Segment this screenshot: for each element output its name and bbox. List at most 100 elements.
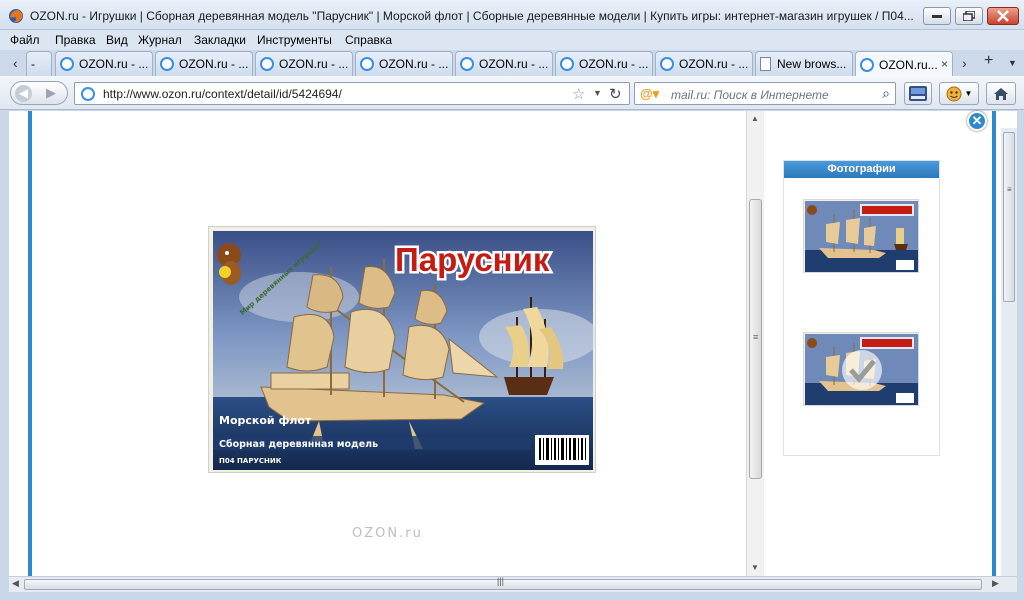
tab-0[interactable]: - <box>26 51 52 76</box>
photo-thumbnail-2-selected[interactable] <box>803 332 919 406</box>
back-arrow-icon[interactable]: ◀ <box>15 85 32 102</box>
tab-label: New brows... <box>777 57 847 71</box>
close-window-button[interactable] <box>987 7 1019 25</box>
scroll-tabs-left-icon[interactable]: ‹ <box>13 55 18 71</box>
tab-7[interactable]: OZON.ru - ... <box>655 51 753 76</box>
scroll-grip-icon: ≡ <box>1007 185 1012 194</box>
tab-5[interactable]: OZON.ru - ... <box>455 51 553 76</box>
page-scrollbar[interactable]: ≡ <box>1001 128 1017 576</box>
viewer-border-left <box>28 111 32 576</box>
tab-label: OZON.ru - ... <box>79 57 149 71</box>
menu-edit[interactable]: Правка <box>55 33 96 47</box>
tab-strip: ‹ - OZON.ru - ... OZON.ru - ... OZON.ru … <box>0 50 1024 77</box>
ozon-favicon-icon <box>560 57 574 71</box>
title-bar: OZON.ru - Игрушки | Сборная деревянная м… <box>0 0 1024 30</box>
photos-header: Фотографии <box>784 161 939 178</box>
viewer-border-right <box>992 111 996 576</box>
addon-smiley-button[interactable]: ▼ <box>939 82 979 105</box>
ozon-favicon-icon <box>260 57 274 71</box>
window-frame-right <box>1017 111 1024 600</box>
tab-label: OZON.ru - ... <box>579 57 649 71</box>
tab-label: OZON.ru - ... <box>279 57 349 71</box>
barcode-icon <box>539 438 586 460</box>
scroll-grip-icon: ||| <box>497 576 505 586</box>
home-button[interactable] <box>986 82 1016 105</box>
close-tab-icon[interactable]: × <box>941 57 948 71</box>
close-icon <box>997 10 1009 22</box>
tab-8[interactable]: New brows... <box>755 51 853 76</box>
menu-file[interactable]: Файл <box>10 33 40 47</box>
page-content: Мир деревянных игрушек Парусник Парусник… <box>9 111 1017 576</box>
tab-3[interactable]: OZON.ru - ... <box>255 51 353 76</box>
tab-6[interactable]: OZON.ru - ... <box>555 51 653 76</box>
forward-arrow-icon[interactable]: ▶ <box>46 85 56 101</box>
url-bar[interactable]: http://www.ozon.ru/context/detail/id/542… <box>74 82 630 105</box>
mailru-search-engine-icon[interactable]: @▾ <box>640 86 659 102</box>
menu-tools[interactable]: Инструменты <box>257 33 332 47</box>
minimize-button[interactable] <box>923 7 951 25</box>
scroll-up-arrow-icon[interactable]: ▲ <box>751 114 759 123</box>
ozon-favicon-icon <box>660 57 674 71</box>
new-tab-button[interactable]: + <box>984 52 993 70</box>
ozon-favicon-icon <box>460 57 474 71</box>
product-box-image: Мир деревянных игрушек Парусник Парусник… <box>209 227 595 472</box>
series-label: Морской флот <box>219 414 312 427</box>
thumbnail-image <box>804 333 918 405</box>
minimize-icon <box>932 15 942 18</box>
tab-4[interactable]: OZON.ru - ... <box>355 51 453 76</box>
blank-page-icon <box>760 57 771 71</box>
ozon-favicon-icon <box>160 57 174 71</box>
url-history-dropdown-icon[interactable]: ▼ <box>593 88 602 98</box>
scroll-grip-icon: ≡ <box>753 332 759 342</box>
scroll-right-arrow-icon[interactable]: ▶ <box>992 578 999 589</box>
close-viewer-button[interactable]: ✕ <box>967 111 987 131</box>
menu-bar: Файл Правка Вид Журнал Закладки Инструме… <box>0 30 1024 50</box>
product-title-text: Парусник <box>395 241 550 278</box>
photo-thumbnail-1[interactable] <box>803 199 919 273</box>
tab-1[interactable]: OZON.ru - ... <box>55 51 153 76</box>
tab-label: - <box>31 57 35 71</box>
rvd-toolbar-button[interactable] <box>904 82 932 105</box>
rvd-icon <box>909 86 927 101</box>
scroll-tabs-right-icon[interactable]: › <box>962 55 967 71</box>
tab-label: OZON.ru - ... <box>479 57 549 71</box>
search-input[interactable]: mail.ru: Поиск в Интернете <box>671 88 829 102</box>
navigation-bar: ◀ ▶ http://www.ozon.ru/context/detail/id… <box>0 76 1024 110</box>
tab-label: OZON.ru - ... <box>179 57 249 71</box>
menu-history[interactable]: Журнал <box>138 33 182 47</box>
main-product-photo[interactable]: Мир деревянных игрушек Парусник Парусник… <box>208 226 596 473</box>
firefox-icon <box>9 9 23 23</box>
chevron-down-icon: ▼ <box>964 89 973 98</box>
tab-label: OZON.ru - ... <box>679 57 749 71</box>
window-title: OZON.ru - Игрушки | Сборная деревянная м… <box>30 9 914 23</box>
tab-list-icon[interactable]: ▼ <box>1008 58 1017 68</box>
reload-icon[interactable]: ↻ <box>609 85 622 103</box>
menu-help[interactable]: Справка <box>345 33 392 47</box>
subtitle-label: Сборная деревянная модель <box>219 439 378 450</box>
scroll-left-arrow-icon[interactable]: ◀ <box>12 578 19 589</box>
viewer-scrollbar[interactable]: ▲ ≡ ▼ <box>746 111 764 576</box>
url-text[interactable]: http://www.ozon.ru/context/detail/id/542… <box>103 87 342 101</box>
product-code-label: П04 ПАРУСНИК <box>219 457 282 465</box>
viewer-scroll-thumb[interactable]: ≡ <box>749 199 762 479</box>
ozon-favicon-icon <box>60 57 74 71</box>
maximize-button[interactable] <box>955 7 983 25</box>
tab-9-active[interactable]: OZON.ru... × <box>855 51 953 77</box>
tab-label: OZON.ru... <box>879 57 938 72</box>
page-scroll-thumb[interactable]: ≡ <box>1003 132 1015 302</box>
restore-icon <box>963 11 975 21</box>
ozon-watermark: OZON.ru <box>352 526 423 541</box>
menu-bookmarks[interactable]: Закладки <box>194 33 246 47</box>
horizontal-scrollbar[interactable]: ◀ ||| ▶ <box>9 576 1017 592</box>
menu-view[interactable]: Вид <box>106 33 128 47</box>
tab-label: OZON.ru - ... <box>379 57 449 71</box>
tab-2[interactable]: OZON.ru - ... <box>155 51 253 76</box>
scroll-down-arrow-icon[interactable]: ▼ <box>751 563 759 572</box>
status-bar <box>0 592 1024 600</box>
search-bar[interactable]: @▾ mail.ru: Поиск в Интернете ⌕ <box>634 82 896 105</box>
window-frame-left <box>0 111 9 600</box>
bookmark-star-icon[interactable]: ☆ <box>572 85 585 103</box>
ozon-favicon-icon <box>860 57 874 72</box>
search-icon[interactable]: ⌕ <box>882 85 890 102</box>
ozon-favicon-icon <box>360 57 374 71</box>
